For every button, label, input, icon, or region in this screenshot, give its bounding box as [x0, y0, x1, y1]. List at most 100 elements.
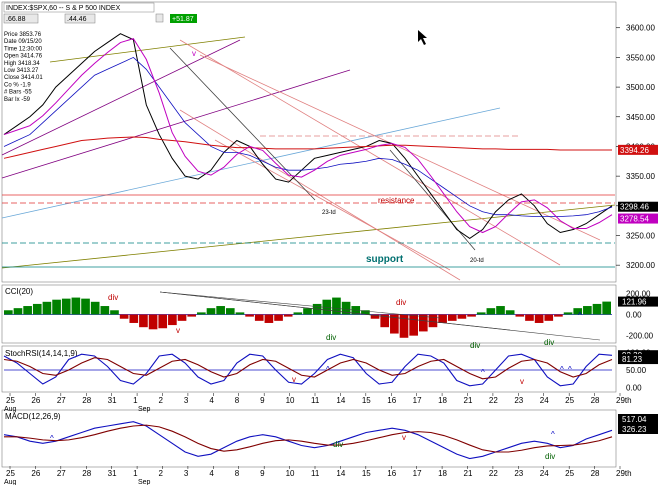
info-line: Open 3414.76 [4, 54, 43, 60]
cci-bar [293, 312, 303, 315]
price-tick-label: 3200.00 [626, 261, 655, 270]
info-line: Low 3413.27 [4, 68, 39, 74]
cci-bar [264, 314, 274, 323]
change-value: +51.87 [172, 16, 194, 23]
cci-bar [177, 314, 187, 321]
x-tick-label: 31 [108, 469, 117, 478]
cci-bar [515, 314, 525, 317]
price-tag-text: 3298.46 [620, 203, 649, 212]
x-tick-label: 24 [540, 469, 549, 478]
cci-bar [486, 308, 496, 315]
x-tick-label: 2 [159, 469, 164, 478]
info-line: # Bars -55 [4, 90, 32, 96]
x-tick-label: 15 [362, 396, 371, 405]
cci-bar [583, 306, 592, 315]
cci-bar [225, 308, 235, 315]
x-tick-label: 25 [565, 396, 574, 405]
x-tick-label: 25 [6, 396, 15, 405]
month-label: Sep [138, 406, 151, 413]
cci-bar [428, 314, 438, 328]
price-tick-label: 3500.00 [626, 83, 655, 92]
cci-bar [42, 301, 52, 315]
info-line: Co % -1.9 [4, 82, 31, 88]
cci-bar [602, 301, 611, 315]
cci-v-1: v [176, 326, 180, 335]
cci-bar [496, 306, 505, 315]
price-tick-label: 3350.00 [626, 172, 655, 181]
cci-bar [110, 310, 119, 315]
macd-div-1: div [333, 440, 343, 449]
stoch-caret-2: ^ [481, 368, 485, 377]
price-tag-text: 3394.26 [620, 146, 649, 155]
macd-tag-text: 326.23 [622, 425, 647, 434]
info-line: Bar Ix -59 [4, 97, 31, 103]
x-tick-label: 9 [260, 396, 265, 405]
cci-div-5: div [544, 338, 554, 347]
stoch-tick-label: 50.00 [626, 366, 647, 375]
expand-icon[interactable] [155, 13, 164, 23]
cci-bar [534, 314, 544, 323]
x-tick-label: 4 [209, 469, 214, 478]
info-line: Date 09/15/20 [4, 39, 42, 45]
x-tick-label: 29th [616, 396, 632, 405]
cci-bar [409, 314, 418, 336]
x-tick-label: 18 [438, 396, 447, 405]
cci-bar [457, 314, 467, 319]
x-tick-label: 8 [235, 469, 240, 478]
x-tick-label: 17 [413, 396, 422, 405]
header-left-val: .66.88 [6, 16, 26, 23]
cci-div-1: div [108, 293, 118, 302]
x-tick-label: 26 [31, 396, 40, 405]
price-tick-label: 3600.00 [626, 24, 655, 33]
price-tag-text: 3278.54 [620, 215, 649, 224]
month-label: Aug [4, 479, 17, 485]
chart-canvas: 3200.003250.003300.003350.003400.003450.… [0, 0, 672, 485]
cci-bar [274, 314, 283, 321]
macd-tag-text: 517.04 [622, 415, 647, 424]
x-tick-label: 10 [286, 396, 295, 405]
cci-bar [158, 314, 168, 329]
cci-bar [13, 308, 23, 315]
x-tick-label: 3 [184, 396, 189, 405]
cci-div-4: div [470, 341, 480, 350]
cci-bar [283, 314, 293, 317]
td23-label: 23-td [322, 210, 336, 216]
td20-label: 20-td [470, 258, 484, 264]
symbol-label: INDEX:$SPX,60 -- S & P 500 INDEX [6, 5, 121, 12]
month-label: Sep [138, 479, 151, 485]
x-tick-label: 11 [311, 469, 320, 478]
x-tick-label: 22 [489, 396, 498, 405]
macd-v-1: v [402, 433, 406, 442]
x-tick-label: 28 [591, 396, 600, 405]
cci-tick-label: -200.00 [626, 332, 654, 341]
x-tick-label: 17 [413, 469, 422, 478]
cci-bar [187, 314, 197, 317]
cci-bar [332, 297, 341, 315]
x-tick-label: 4 [209, 396, 214, 405]
cci-bar [90, 301, 100, 315]
info-line: High 3418.34 [4, 61, 40, 67]
stoch-v-2: v [520, 377, 524, 386]
cci-tick-label: 0.00 [626, 311, 642, 320]
stoch-tag-text: 81.23 [622, 355, 643, 364]
stoch-caret-3: ^ [560, 365, 564, 374]
price-tick-label: 3250.00 [626, 231, 655, 240]
x-tick-label: 10 [286, 469, 295, 478]
x-tick-label: 8 [235, 396, 240, 405]
x-tick-label: 29th [616, 469, 632, 478]
price-tick-label: 3450.00 [626, 113, 655, 122]
cci-title: CCI(20) [5, 287, 33, 296]
price-v-marker: v [192, 49, 196, 58]
cci-bar [32, 303, 42, 315]
macd-title: MACD(12,26,9) [5, 412, 61, 421]
x-tick-label: 2 [159, 396, 164, 405]
x-tick-label: 25 [565, 469, 574, 478]
x-tick-label: 24 [540, 396, 549, 405]
macd-caret-1: ^ [50, 434, 54, 443]
info-line: Close 3414.01 [4, 75, 43, 81]
cci-bar [52, 299, 61, 315]
cci-bar [544, 314, 554, 321]
x-tick-label: 15 [362, 469, 371, 478]
cci-bar [81, 298, 90, 315]
x-tick-label: 22 [489, 469, 498, 478]
